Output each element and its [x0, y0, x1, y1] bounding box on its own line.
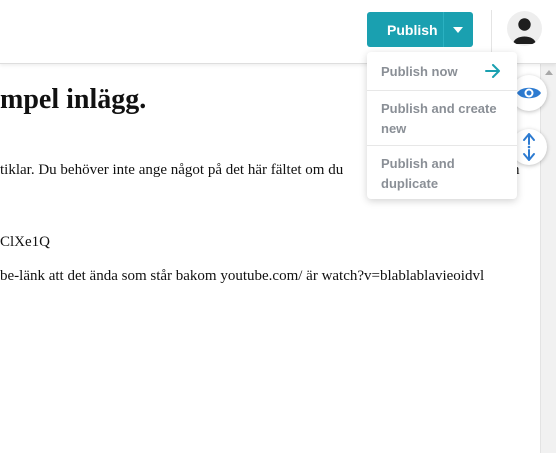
- menu-item-publish-now[interactable]: Publish now: [367, 52, 517, 90]
- menu-item-publish-and-create-new[interactable]: Publish and create new: [367, 90, 517, 145]
- scroll-up-icon[interactable]: [545, 70, 553, 75]
- publish-button-label: Publish: [387, 21, 438, 38]
- paragraph-1: tiklar. Du behöver inte ange något på de…: [0, 162, 344, 178]
- menu-item-label: Publish and create new: [381, 101, 497, 136]
- menu-item-publish-and-duplicate[interactable]: Publish and duplicate: [367, 145, 517, 199]
- expand-vertical-icon: [523, 133, 535, 161]
- publish-button[interactable]: Publish: [367, 12, 473, 47]
- toolbar-divider: [491, 10, 492, 53]
- post-title: mpel inlägg.: [0, 84, 147, 115]
- caret-down-icon[interactable]: [453, 27, 463, 33]
- publish-button-separator: [443, 12, 444, 47]
- scrollbar[interactable]: [540, 64, 556, 453]
- publish-dropdown-menu: Publish now Publish and create new Publi…: [367, 52, 517, 199]
- menu-item-label: Publish and duplicate: [381, 156, 455, 191]
- user-avatar-icon[interactable]: [507, 11, 542, 46]
- arrow-right-icon: [485, 64, 500, 78]
- paragraph-2: ClXe1Q: [0, 234, 50, 250]
- eye-icon: [517, 87, 541, 99]
- paragraph-3: be-länk att det ända som står bakom yout…: [0, 268, 485, 284]
- menu-item-label: Publish now: [381, 64, 458, 79]
